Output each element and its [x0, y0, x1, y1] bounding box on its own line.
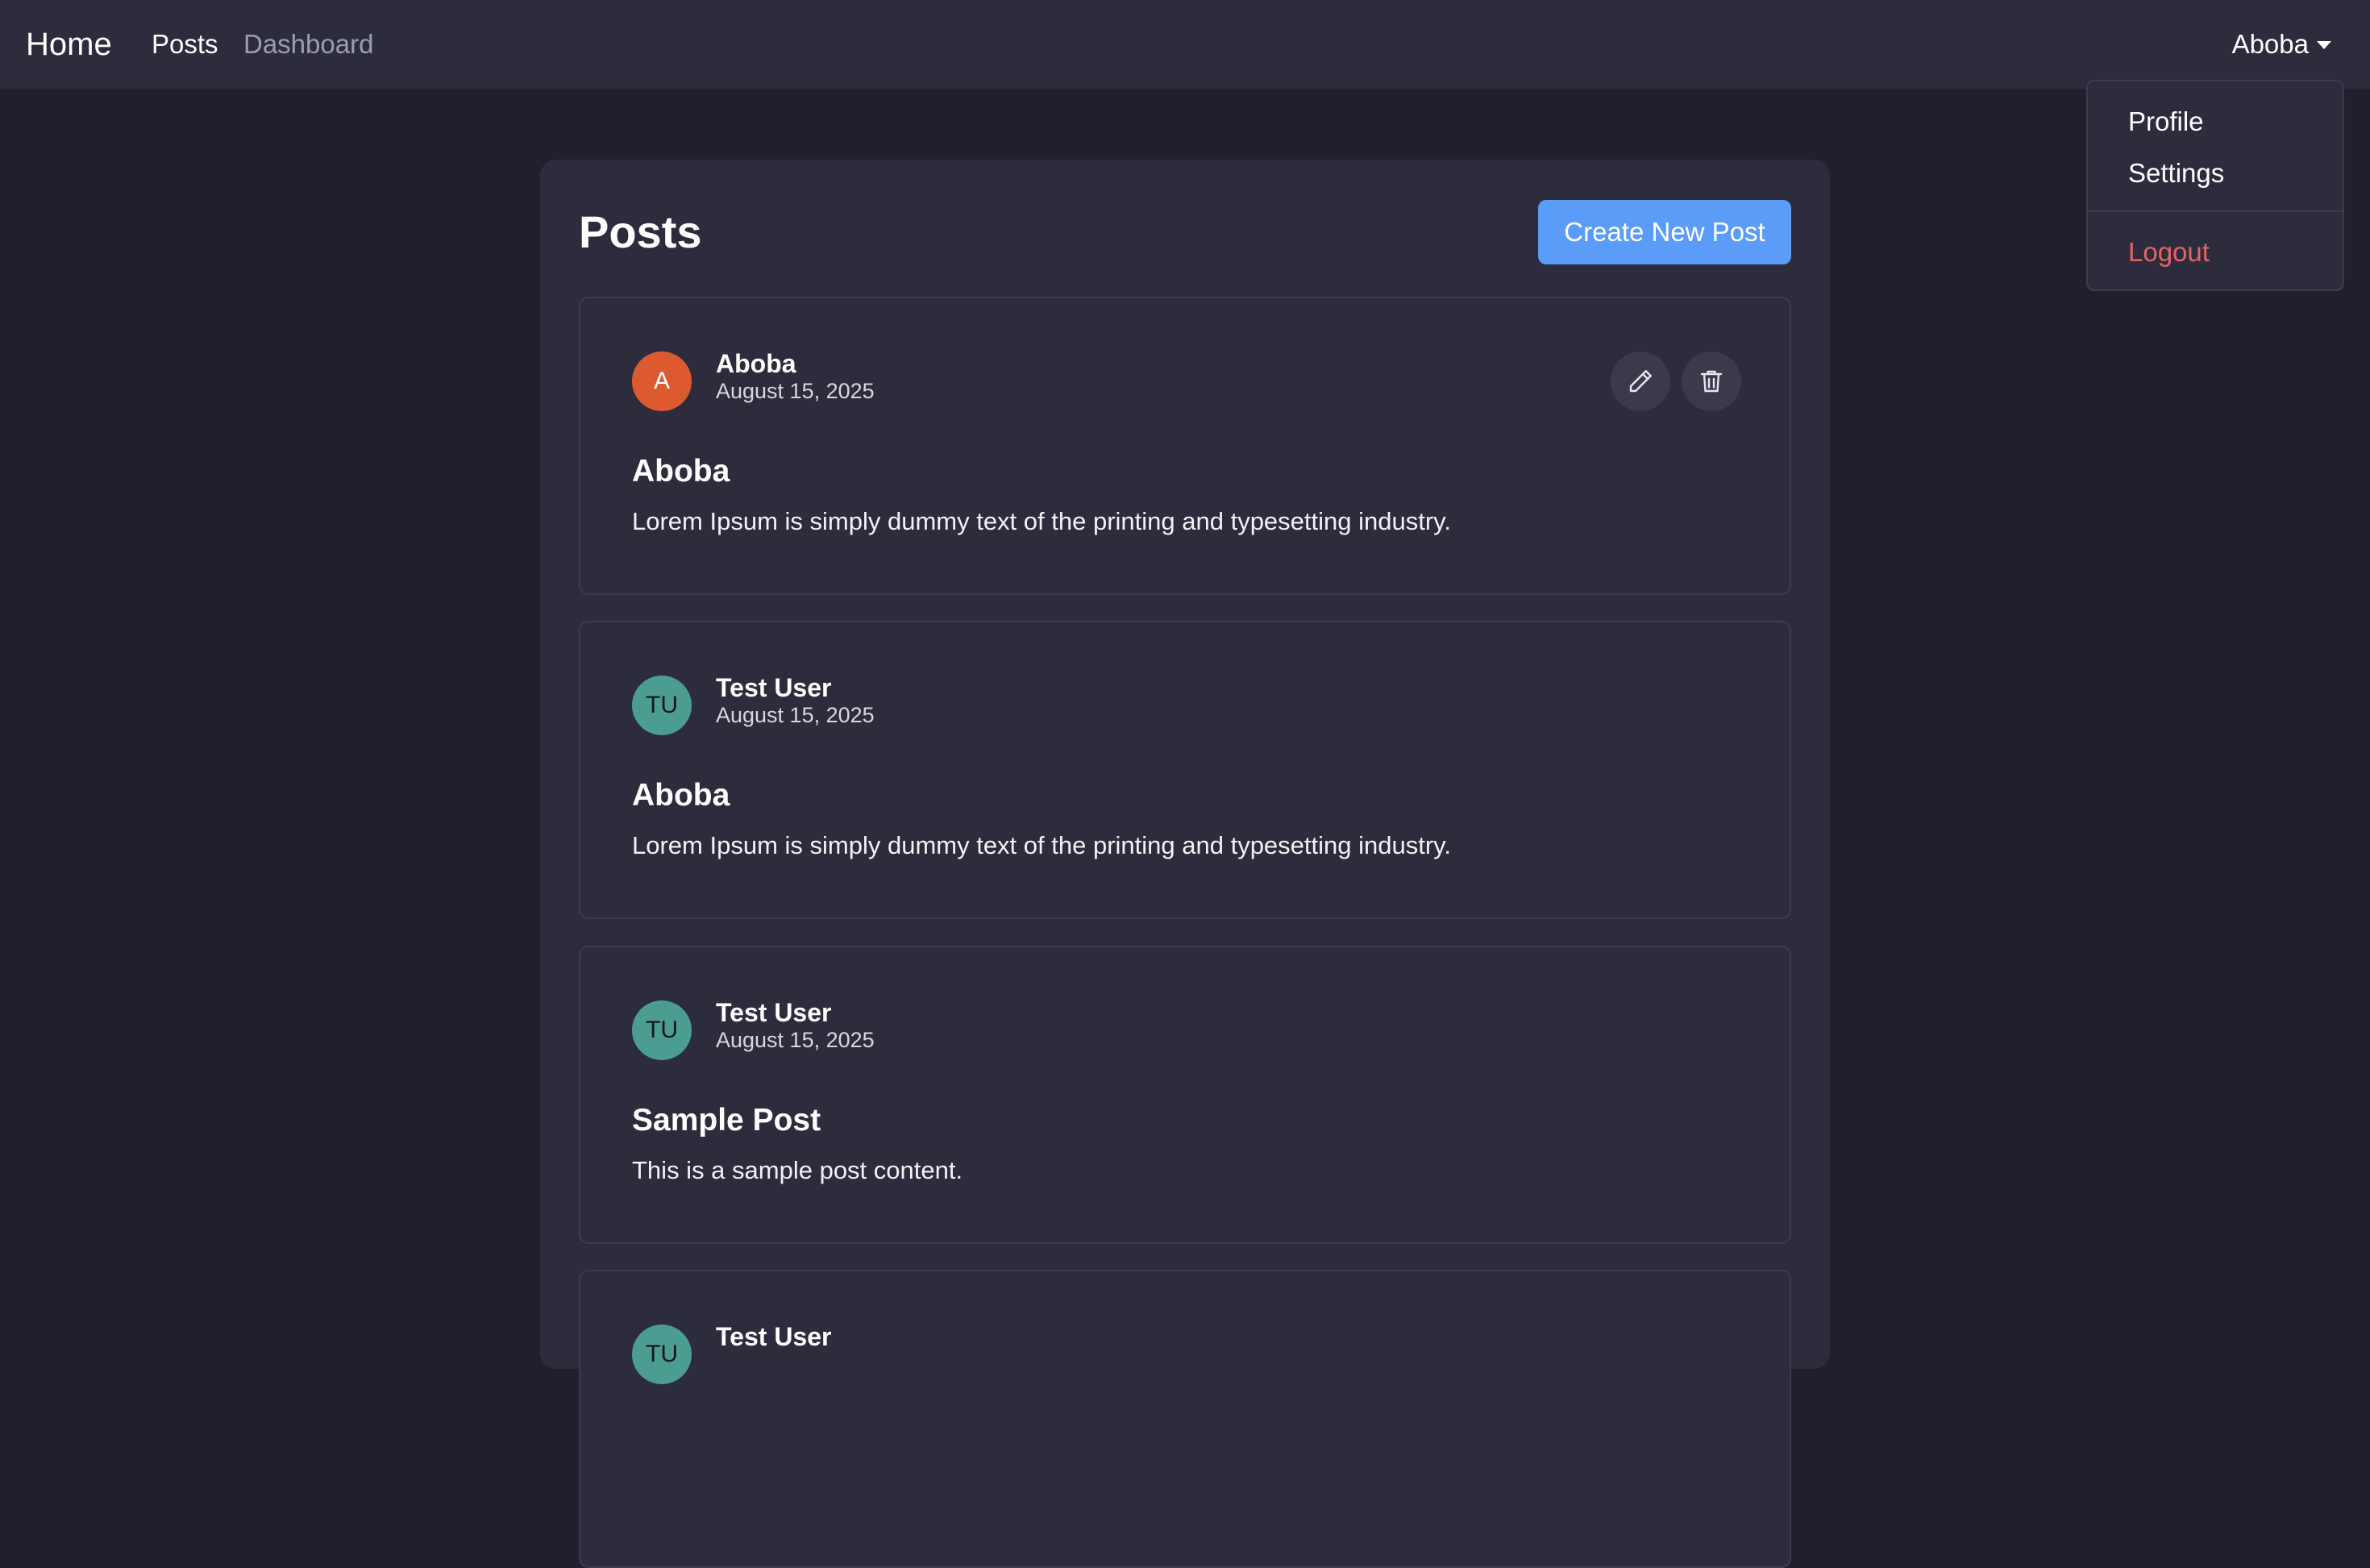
post-author: Test User [716, 998, 832, 1027]
navbar: Home Posts Dashboard Aboba [0, 0, 2370, 89]
post-title: Aboba [632, 454, 730, 489]
avatar: A [632, 351, 692, 411]
post-author: Aboba [716, 349, 796, 378]
home-link[interactable]: Home [26, 24, 112, 64]
pencil-icon [1629, 370, 1652, 393]
post-card: TU Test User August 15, 2025 Aboba Lorem… [579, 621, 1791, 919]
user-menu-toggle[interactable]: Aboba [2232, 27, 2331, 62]
avatar: TU [632, 676, 692, 735]
post-author: Test User [716, 1322, 832, 1351]
post-card: TU Test User August 15, 2025 Sample Post… [579, 946, 1791, 1244]
post-author: Test User [716, 673, 832, 702]
avatar: TU [632, 1000, 692, 1060]
post-body: Lorem Ipsum is simply dummy text of the … [632, 507, 1451, 535]
post-body: This is a sample post content. [632, 1156, 963, 1184]
nav-dashboard-link[interactable]: Dashboard [243, 27, 373, 62]
post-card: TU Test User [579, 1270, 1791, 1568]
post-date: August 15, 2025 [716, 703, 875, 727]
dropdown-item-logout[interactable]: Logout [2128, 235, 2210, 270]
post-date: August 15, 2025 [716, 379, 875, 403]
post-card: A Aboba August 15, 2025 Aboba Lorem Ipsu… [579, 297, 1791, 595]
user-name: Aboba [2231, 29, 2309, 59]
post-title: Sample Post [632, 1103, 821, 1138]
avatar: TU [632, 1325, 692, 1384]
edit-post-button[interactable] [1611, 351, 1670, 411]
user-dropdown-menu: Profile Settings Logout [2086, 80, 2344, 291]
delete-post-button[interactable] [1682, 351, 1741, 411]
post-date: August 15, 2025 [716, 1028, 875, 1052]
dropdown-item-settings[interactable]: Settings [2128, 156, 2224, 191]
create-post-button[interactable]: Create New Post [1538, 200, 1791, 264]
posts-container: Posts Create New Post A Aboba August 15,… [540, 160, 1830, 1568]
page-title: Posts [579, 206, 702, 257]
post-body: Lorem Ipsum is simply dummy text of the … [632, 831, 1451, 859]
dropdown-item-profile[interactable]: Profile [2128, 104, 2204, 139]
nav-posts-link[interactable]: Posts [152, 27, 218, 62]
post-title: Aboba [632, 778, 730, 813]
caret-down-icon [2317, 41, 2331, 49]
dropdown-divider [2088, 210, 2343, 212]
trash-icon [1700, 370, 1723, 393]
